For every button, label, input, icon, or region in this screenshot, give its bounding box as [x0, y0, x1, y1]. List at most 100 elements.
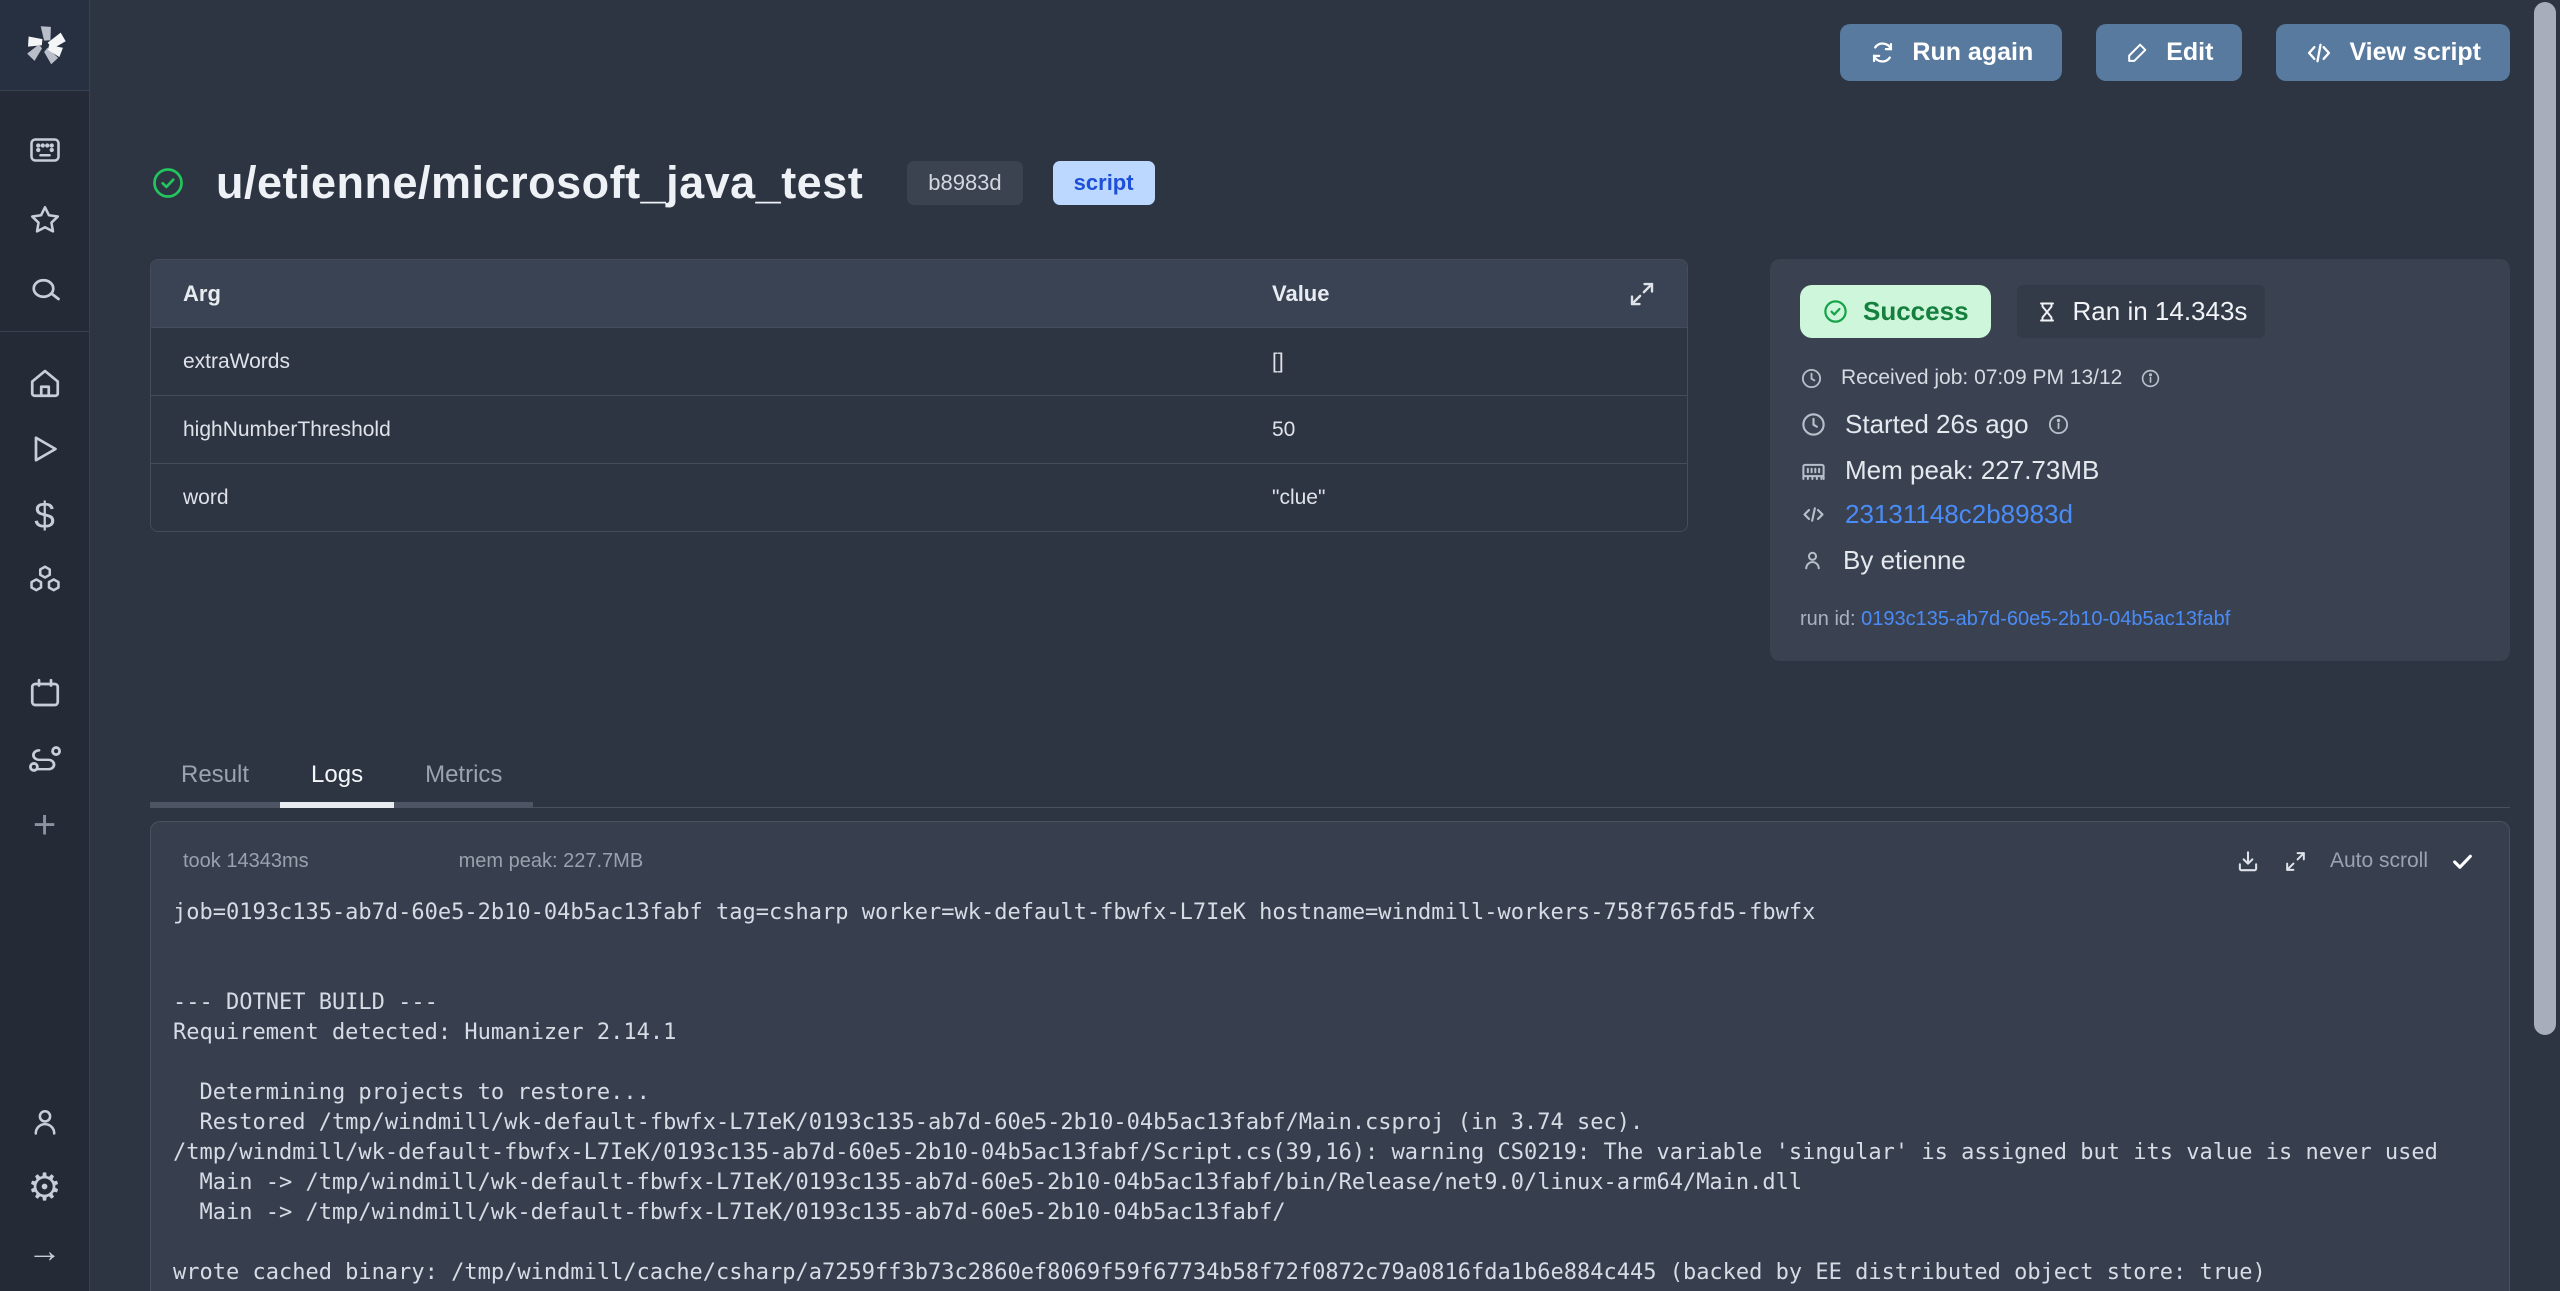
edit-label: Edit	[2166, 38, 2213, 67]
triggered-by-row: By etienne	[1800, 545, 2480, 576]
started-row: Started 26s ago	[1800, 409, 2480, 440]
resources-icon	[26, 562, 64, 600]
view-script-label: View script	[2349, 38, 2481, 67]
log-line: Main -> /tmp/windmill/wk-default-fbwfx-L…	[173, 1170, 2487, 1200]
plus-icon: +	[33, 805, 56, 845]
log-line	[173, 960, 2487, 990]
expand-log-icon[interactable]	[2283, 849, 2308, 874]
home-icon	[27, 365, 63, 401]
run-again-label: Run again	[1912, 38, 2033, 67]
sidebar-item-home[interactable]	[0, 350, 90, 416]
memory-icon	[1800, 457, 1827, 484]
run-info-panel: Success Ran in 14.343s Received job: 07:…	[1770, 259, 2510, 661]
run-again-button[interactable]: Run again	[1840, 24, 2062, 81]
sidebar-item-apps[interactable]	[0, 115, 90, 185]
arg-value: 50	[1272, 418, 1609, 442]
dollar-icon: $	[34, 497, 55, 534]
sidebar-item-schedules[interactable]	[0, 660, 90, 726]
arg-name: extraWords	[183, 350, 1272, 374]
log-line: --- DOTNET BUILD ---	[173, 990, 2487, 1020]
col-value: Value	[1272, 281, 1609, 307]
args-table-header: Arg Value	[151, 260, 1687, 327]
auto-scroll-label: Auto scroll	[2330, 849, 2428, 873]
received-row: Received job: 07:09 PM 13/12	[1800, 366, 2480, 390]
sidebar-item-runs[interactable]	[0, 416, 90, 482]
success-check-icon	[150, 165, 186, 201]
download-icon[interactable]	[2235, 848, 2261, 874]
clock-icon	[1800, 411, 1827, 438]
sidebar: $ + ⚙ →	[0, 0, 90, 1291]
main-content: Run again Edit View script u/etienne/mic…	[90, 0, 2510, 1291]
edit-button[interactable]: Edit	[2096, 24, 2242, 81]
run-id-caption: run id:	[1800, 608, 1856, 630]
code-icon	[2305, 39, 2333, 67]
duration-chip: Ran in 14.343s	[2017, 285, 2266, 338]
apps-icon	[27, 132, 63, 168]
refresh-icon	[1869, 39, 1896, 66]
log-line: Restored /tmp/windmill/wk-default-fbwfx-…	[173, 1110, 2487, 1140]
scrollbar-thumb[interactable]	[2534, 2, 2556, 1035]
run-id-link[interactable]: 0193c135-ab7d-60e5-2b10-04b5ac13fabf	[1861, 608, 2230, 630]
sidebar-item-account[interactable]	[0, 1089, 90, 1155]
sidebar-item-favorites[interactable]	[0, 185, 90, 255]
col-arg: Arg	[183, 281, 1272, 307]
auto-scroll-checkbox[interactable]	[2450, 849, 2475, 874]
tab-result[interactable]: Result	[150, 761, 280, 808]
runs-icon	[27, 431, 63, 467]
log-line: Determining projects to restore...	[173, 1080, 2487, 1110]
schedules-icon	[27, 675, 63, 711]
flows-icon	[26, 740, 64, 778]
search-icon	[27, 272, 63, 308]
info-icon[interactable]	[2140, 368, 2161, 389]
sidebar-collapse[interactable]: →	[0, 1221, 90, 1281]
script-type-badge[interactable]: script	[1053, 161, 1155, 205]
table-row: extraWords []	[151, 327, 1687, 395]
sidebar-item-resources[interactable]	[0, 548, 90, 614]
tab-metrics[interactable]: Metrics	[394, 761, 533, 808]
arg-value: "clue"	[1272, 486, 1609, 510]
log-panel: took 14343ms mem peak: 227.7MB Auto scro…	[150, 821, 2510, 1291]
args-table: Arg Value extraWords [] highNumberThresh…	[150, 259, 1688, 532]
received-label: Received job: 07:09 PM 13/12	[1841, 366, 2122, 390]
arg-name: word	[183, 486, 1272, 510]
log-line: /tmp/windmill/wk-default-fbwfx-L7IeK/019…	[173, 1140, 2487, 1170]
sidebar-item-flows[interactable]	[0, 726, 90, 792]
log-mem-peak: mem peak: 227.7MB	[459, 850, 644, 873]
sidebar-item-billing[interactable]: $	[0, 482, 90, 548]
expand-args-icon[interactable]	[1627, 279, 1657, 309]
status-label: Success	[1863, 296, 1969, 327]
clock-icon	[1800, 367, 1823, 390]
toolbar: Run again Edit View script	[150, 0, 2510, 81]
result-tabs: Result Logs Metrics	[150, 761, 2510, 808]
log-output[interactable]: job=0193c135-ab7d-60e5-2b10-04b5ac13fabf…	[151, 900, 2487, 1290]
log-line: Main -> /tmp/windmill/wk-default-fbwfx-L…	[173, 1200, 2487, 1230]
sidebar-item-search[interactable]	[0, 255, 90, 325]
table-row: highNumberThreshold 50	[151, 395, 1687, 463]
info-icon[interactable]	[2047, 413, 2070, 436]
code-icon	[1800, 501, 1827, 528]
collapse-arrow-icon: →	[28, 1234, 62, 1268]
windmill-logo[interactable]	[0, 0, 89, 91]
user-icon	[1800, 548, 1825, 573]
view-script-button[interactable]: View script	[2276, 24, 2510, 81]
sidebar-item-add-workspace[interactable]: +	[0, 792, 90, 858]
log-header: took 14343ms mem peak: 227.7MB Auto scro…	[151, 822, 2509, 874]
tab-logs[interactable]: Logs	[280, 761, 394, 808]
script-hash-row: 23131148c2b8983d	[1800, 499, 2480, 530]
log-line: Requirement detected: Humanizer 2.14.1	[173, 1020, 2487, 1050]
script-hash-link[interactable]: 23131148c2b8983d	[1845, 499, 2073, 530]
log-line	[173, 1050, 2487, 1080]
star-icon	[27, 202, 63, 238]
started-label: Started 26s ago	[1845, 409, 2029, 440]
triggered-by-label: By etienne	[1843, 545, 1966, 576]
page-title: u/etienne/microsoft_java_test	[216, 157, 863, 209]
mem-peak-label: Mem peak: 227.73MB	[1845, 455, 2099, 486]
settings-icon: ⚙	[27, 1169, 61, 1207]
log-line: wrote cached binary: /tmp/windmill/cache…	[173, 1260, 2487, 1290]
sidebar-item-settings[interactable]: ⚙	[0, 1155, 90, 1221]
run-id-row: run id: 0193c135-ab7d-60e5-2b10-04b5ac13…	[1800, 608, 2480, 631]
duration-label: Ran in 14.343s	[2073, 296, 2248, 327]
arg-value: []	[1272, 350, 1609, 374]
log-line	[173, 1230, 2487, 1260]
status-badge: Success	[1800, 285, 1991, 338]
